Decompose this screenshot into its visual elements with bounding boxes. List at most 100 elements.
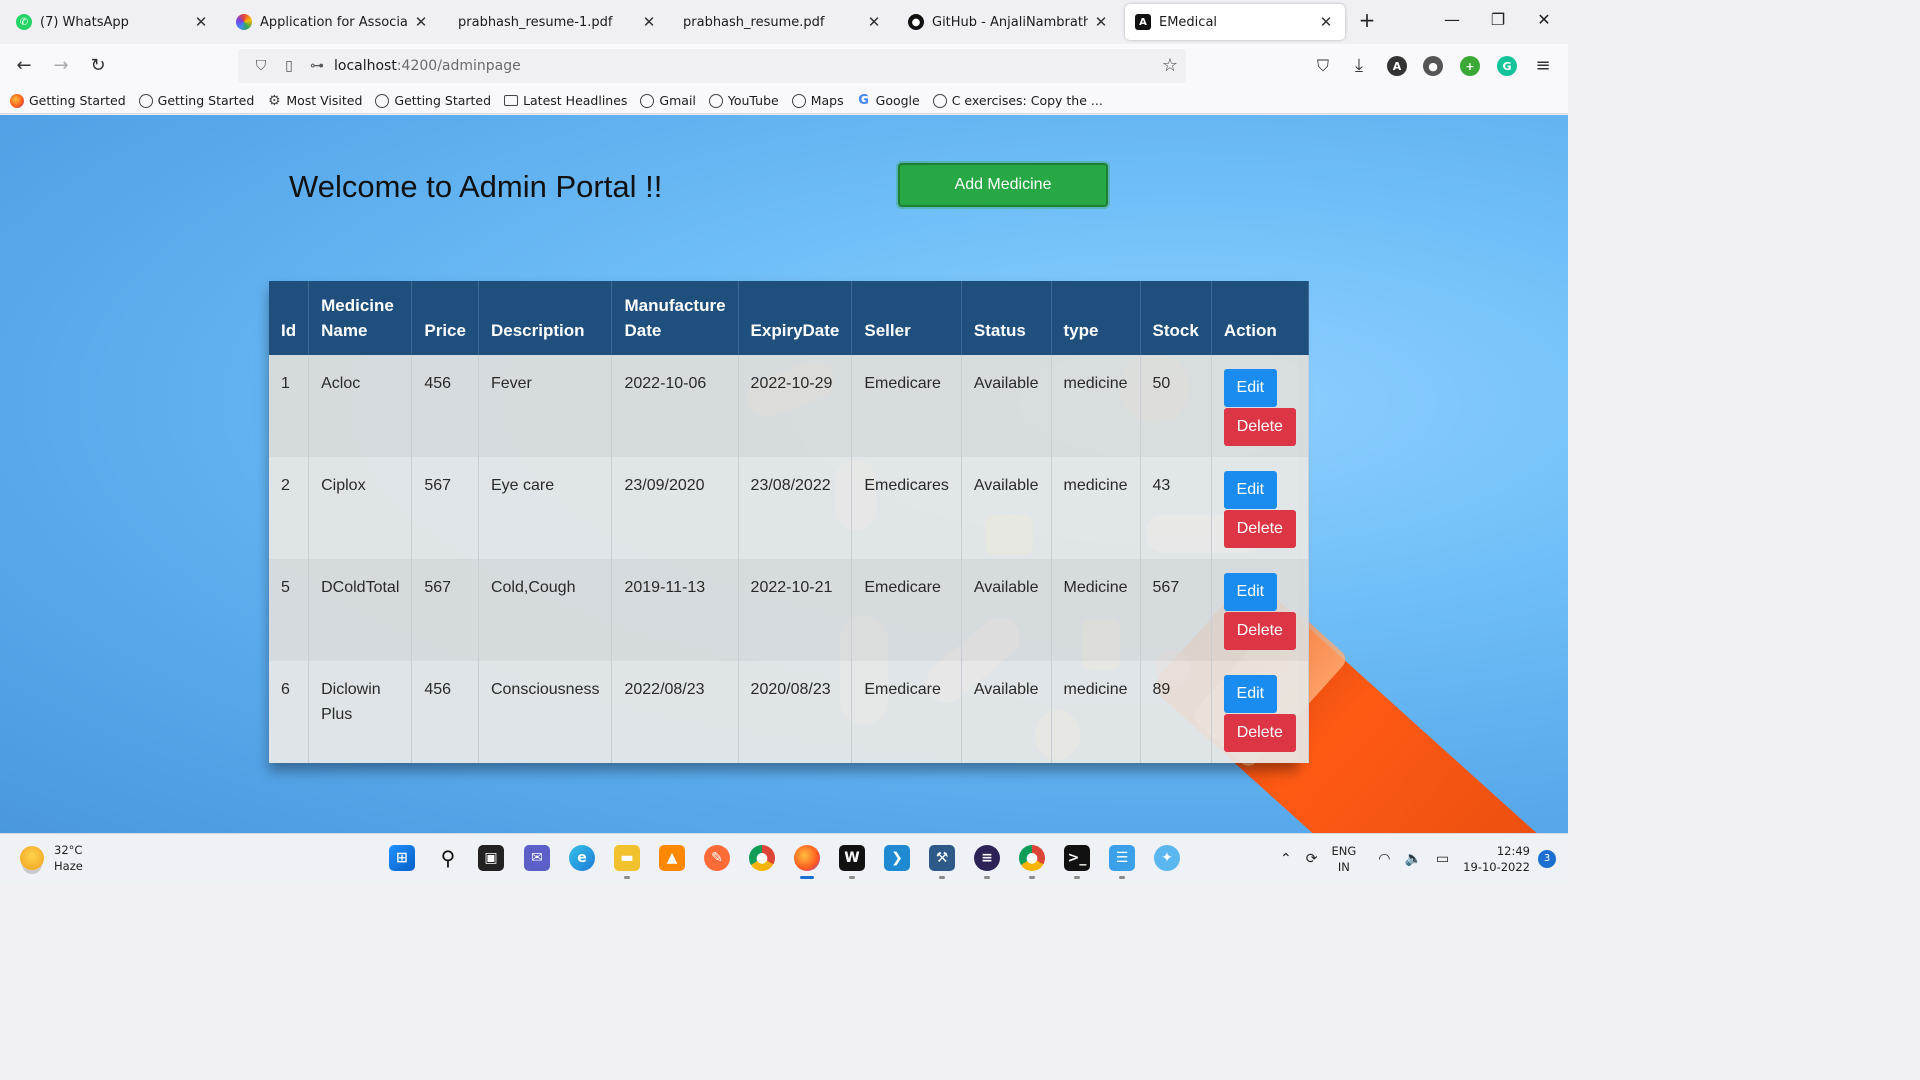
delete-button[interactable]: Delete	[1223, 714, 1296, 752]
bookmark-item[interactable]: Gmail	[640, 93, 696, 108]
bookmark-item[interactable]: G Google	[857, 93, 920, 108]
forward-icon[interactable]: →	[49, 54, 73, 78]
edge-icon[interactable]: e	[569, 845, 595, 871]
column-header-type: type	[1051, 281, 1141, 355]
file-explorer-icon[interactable]: ▬	[614, 845, 640, 871]
firefox-taskbar-icon[interactable]	[794, 845, 820, 871]
battery-icon[interactable]: ▭	[1436, 851, 1449, 867]
cell-seller: Emedicare	[851, 355, 962, 457]
terminal-icon[interactable]: >_	[1064, 845, 1090, 871]
grammarly-icon[interactable]: G	[1497, 56, 1517, 76]
back-icon[interactable]: ←	[12, 54, 36, 78]
volume-icon[interactable]: 🔈	[1404, 851, 1421, 867]
add-extension-icon[interactable]: +	[1460, 56, 1480, 76]
cell-seller: Emedicare	[851, 559, 962, 661]
bookmark-label: Google	[875, 93, 920, 108]
cell-action: Edit Delete	[1211, 457, 1309, 559]
bookmark-star-icon[interactable]: ☆	[1162, 55, 1178, 76]
tab-application[interactable]: Application for Associate Softw ✕	[226, 4, 440, 40]
chrome-icon[interactable]: ●	[749, 845, 775, 871]
bookmark-item[interactable]: Maps	[791, 93, 844, 108]
whatsapp-icon: ✆	[16, 14, 32, 30]
angular-icon: A	[1135, 14, 1151, 30]
new-tab-icon[interactable]: +	[1355, 8, 1379, 32]
close-icon[interactable]: ✕	[1317, 13, 1335, 31]
mysql-workbench-icon[interactable]: ⚒	[929, 845, 955, 871]
search-icon[interactable]: ⚲	[435, 845, 461, 871]
close-icon[interactable]: ✕	[640, 13, 658, 31]
menu-icon[interactable]: ≡	[1531, 54, 1555, 78]
chevron-up-icon[interactable]: ⌃	[1280, 851, 1292, 867]
vscode-icon[interactable]: ❯	[884, 845, 910, 871]
pocket-icon[interactable]: ⛉	[1311, 54, 1335, 78]
close-icon[interactable]: ✕	[192, 13, 210, 31]
wifi-icon[interactable]: ◠	[1378, 851, 1390, 867]
bookmark-item[interactable]: YouTube	[708, 93, 779, 108]
tab-github[interactable]: ● GitHub - AnjaliNambrath/E-Me ✕	[898, 4, 1120, 40]
cell-price: 456	[411, 355, 479, 457]
delete-button[interactable]: Delete	[1223, 408, 1296, 446]
cell-medicine-name: Diclowin Plus	[308, 661, 413, 763]
bookmark-item[interactable]: Getting Started	[375, 93, 491, 108]
minimize-icon[interactable]: —	[1440, 10, 1464, 29]
chat-icon[interactable]: ✉	[524, 845, 550, 871]
cell-description: Cold,Cough	[478, 559, 613, 661]
tab-emedical[interactable]: A EMedical ✕	[1125, 4, 1345, 40]
tab-resume-1[interactable]: prabhash_resume-1.pdf ✕	[448, 4, 668, 40]
vlc-icon[interactable]: ▲	[659, 845, 685, 871]
notification-badge[interactable]: 3	[1538, 849, 1556, 868]
bookmark-item[interactable]: Getting Started	[138, 93, 254, 108]
postman-icon[interactable]: ✎	[704, 845, 730, 871]
edit-button[interactable]: Edit	[1223, 573, 1277, 611]
cell-seller: Emedicare	[851, 661, 962, 763]
edit-button[interactable]: Edit	[1223, 675, 1277, 713]
cell-status: Available	[961, 355, 1052, 457]
close-icon[interactable]: ✕	[865, 13, 883, 31]
tab-whatsapp[interactable]: ✆ (7) WhatsApp ✕	[6, 4, 220, 40]
edit-button[interactable]: Edit	[1223, 471, 1277, 509]
task-view-icon[interactable]: ▣	[478, 845, 504, 871]
address-bar[interactable]: ⛉ ▯ ⊶ localhost:4200/adminpage ☆	[238, 49, 1186, 83]
delete-button[interactable]: Delete	[1223, 510, 1296, 548]
webstorm-icon[interactable]: W	[839, 845, 865, 871]
window-close-icon[interactable]: ✕	[1532, 10, 1556, 29]
chrome-profile-icon[interactable]: ●	[1019, 845, 1045, 871]
tab-title: EMedical	[1159, 14, 1218, 30]
column-header-manufacture-date: Manufacture Date	[611, 281, 739, 355]
bookmark-item[interactable]: Latest Headlines	[504, 93, 627, 108]
cell-price: 567	[411, 559, 479, 661]
notepad-icon[interactable]: ☰	[1109, 845, 1135, 871]
clock[interactable]: 12:49 19-10-2022	[1463, 843, 1530, 875]
bookmark-item[interactable]: ⚙ Most Visited	[267, 93, 362, 108]
date-text: 19-10-2022	[1463, 859, 1530, 874]
column-header-description: Description	[478, 281, 613, 355]
account-avatar-icon[interactable]: A	[1387, 56, 1407, 76]
bookmark-label: Getting Started	[394, 93, 492, 108]
eclipse-icon[interactable]: ≡	[974, 845, 1000, 871]
reload-icon[interactable]: ↻	[86, 54, 110, 78]
tab-resume[interactable]: prabhash_resume.pdf ✕	[673, 4, 893, 40]
page-icon[interactable]: ▯	[278, 58, 300, 74]
cell-expiry-date: 23/08/2022	[738, 457, 853, 559]
bookmark-item[interactable]: C exercises: Copy the ...	[932, 93, 1103, 108]
sync-icon[interactable]: ⟳	[1306, 851, 1318, 867]
close-icon[interactable]: ✕	[412, 13, 430, 31]
close-icon[interactable]: ✕	[1092, 13, 1110, 31]
windows-start-icon[interactable]: ⊞	[389, 845, 415, 871]
delete-button[interactable]: Delete	[1223, 612, 1296, 650]
cell-id: 6	[269, 661, 310, 763]
extension-icon[interactable]: ●	[1423, 56, 1443, 76]
restore-icon[interactable]: ❐	[1486, 10, 1510, 29]
permissions-key-icon[interactable]: ⊶	[306, 58, 328, 74]
edit-button[interactable]: Edit	[1223, 369, 1277, 407]
temperature-text: 32°C	[54, 843, 83, 857]
download-icon[interactable]: ⤓	[1347, 54, 1371, 78]
folder-icon	[504, 95, 519, 106]
globe-icon	[932, 93, 947, 108]
add-medicine-button[interactable]: Add Medicine	[898, 163, 1108, 207]
weather-widget[interactable]: 32°C Haze	[20, 842, 83, 874]
input-language[interactable]: ENG IN	[1331, 843, 1356, 875]
shield-icon[interactable]: ⛉	[250, 58, 272, 74]
paint-icon[interactable]: ✦	[1154, 845, 1180, 871]
bookmark-item[interactable]: Getting Started	[10, 93, 126, 108]
